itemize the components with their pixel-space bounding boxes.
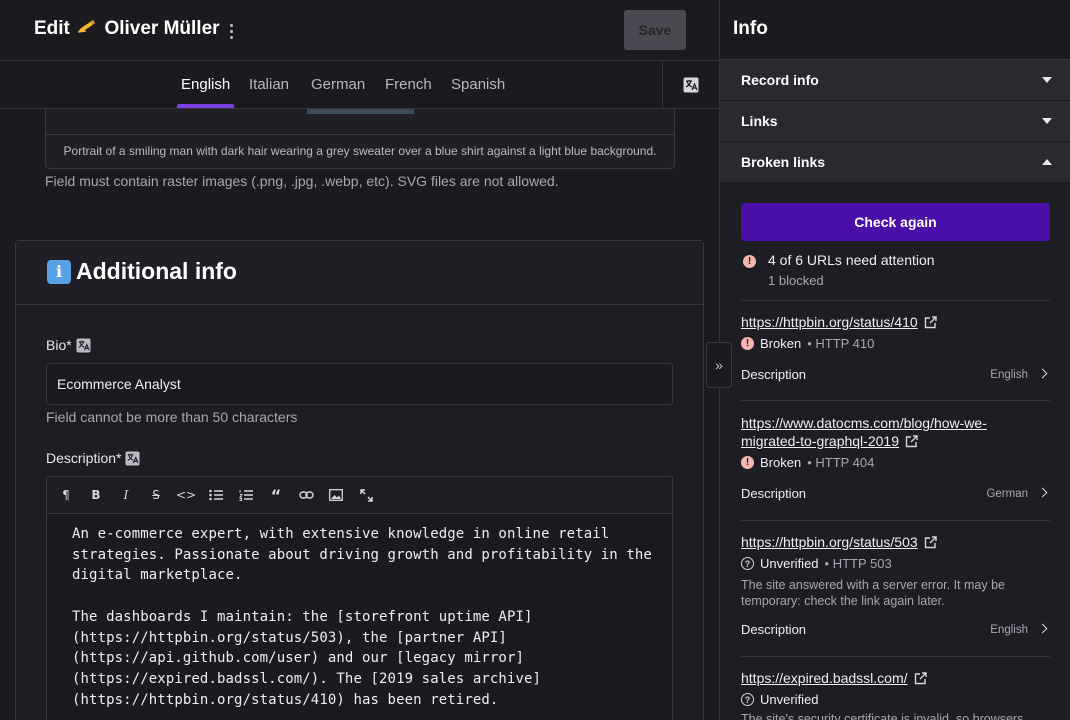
broken-link-url[interactable]: https://httpbin.org/status/503 (741, 533, 1031, 551)
link-icon[interactable] (297, 486, 315, 504)
accordion-broken-links[interactable]: Broken links (720, 142, 1070, 183)
more-options-icon[interactable] (222, 22, 240, 40)
chevron-right-icon (1037, 623, 1048, 634)
bio-label: Bio* (46, 337, 91, 353)
tab-french[interactable]: French (385, 61, 432, 108)
info-sidebar: Info Record info Links Broken links Chec… (719, 0, 1070, 720)
translate-icon (76, 337, 91, 353)
link-field-row[interactable]: Description English (741, 620, 1050, 640)
tab-italian[interactable]: Italian (249, 61, 289, 108)
accordion-links[interactable]: Links (720, 101, 1070, 142)
external-link-icon (924, 536, 937, 549)
additional-info-section: i Additional info Bio* Field cannot be m… (15, 240, 704, 720)
check-again-button[interactable]: Check again (741, 203, 1050, 241)
section-title: Additional info (76, 258, 237, 284)
link-note: The site's security certificate is inval… (741, 712, 1024, 720)
external-link-icon (905, 435, 918, 448)
accordion-record-info[interactable]: Record info (720, 60, 1070, 101)
translate-icon (125, 450, 141, 466)
broken-link-url[interactable]: https://expired.badssl.com/ (741, 669, 1031, 687)
code-icon[interactable]: <> (176, 486, 196, 504)
broken-link-url[interactable]: https://httpbin.org/status/410 (741, 313, 1031, 331)
broken-link-url[interactable]: https://www.datocms.com/blog/how-we-migr… (741, 414, 1031, 450)
broken-links-summary: 4 of 6 URLs need attention (768, 252, 935, 268)
chevron-right-icon (1037, 368, 1048, 379)
strikethrough-icon[interactable]: S (147, 486, 165, 504)
warning-icon: ! (743, 255, 756, 268)
save-button[interactable]: Save (624, 10, 686, 50)
image-alt-text: Portrait of a smiling man with dark hair… (63, 144, 657, 158)
numbered-list-icon[interactable] (237, 486, 255, 504)
caret-down-icon (1042, 118, 1052, 124)
editor-toolbar: ¶ B I S <> “ (47, 477, 672, 514)
image-icon[interactable] (327, 486, 345, 504)
bullet-list-icon[interactable] (207, 486, 225, 504)
description-textarea[interactable]: An e-commerce expert, with extensive kno… (72, 524, 662, 710)
section-header: i Additional info (16, 241, 703, 305)
main-editor-pane: Edit Oliver Müller Save English Italian … (0, 0, 719, 720)
markdown-editor: ¶ B I S <> “ An e-commerce expert, with … (46, 476, 673, 720)
tab-german[interactable]: German (311, 61, 365, 108)
image-field-card: Portrait of a smiling man with dark hair… (45, 109, 675, 169)
blocked-count: 1 blocked (768, 273, 824, 288)
writing-hand-icon (77, 18, 97, 40)
description-label: Description* (46, 450, 141, 466)
translate-icon[interactable] (662, 62, 719, 108)
warning-icon: ! (741, 337, 754, 350)
caret-up-icon (1042, 159, 1052, 165)
italic-icon[interactable]: I (117, 486, 135, 504)
edit-prefix: Edit (34, 18, 70, 39)
external-link-icon (924, 316, 937, 329)
bio-input[interactable] (46, 363, 673, 405)
link-status: ? Unverified (741, 692, 819, 707)
caret-down-icon (1042, 77, 1052, 83)
link-field-row[interactable]: Description German (741, 484, 1050, 504)
link-field-row[interactable]: Description English (741, 365, 1050, 385)
image-preview[interactable] (307, 109, 414, 114)
info-icon: i (47, 259, 71, 284)
link-note: The site answered with a server error. I… (741, 578, 1005, 608)
sidebar-title: Info (733, 18, 768, 39)
collapse-sidebar-icon[interactable]: » (706, 342, 732, 388)
bio-hint: Field cannot be more than 50 characters (46, 409, 298, 425)
record-name: Oliver Müller (104, 18, 220, 39)
chevron-right-icon (1037, 487, 1048, 498)
quote-icon[interactable]: “ (267, 486, 285, 505)
fullscreen-icon[interactable] (357, 486, 375, 504)
tab-english[interactable]: English (176, 61, 235, 108)
warning-icon: ! (741, 456, 754, 469)
tab-spanish[interactable]: Spanish (451, 61, 505, 108)
paragraph-icon[interactable]: ¶ (57, 486, 75, 504)
link-status: ? Unverified • HTTP 503 (741, 556, 892, 571)
question-icon: ? (741, 557, 754, 570)
question-icon: ? (741, 693, 754, 706)
top-bar: Edit Oliver Müller Save (0, 0, 719, 61)
page-title: Edit Oliver Müller (34, 18, 220, 40)
link-status: ! Broken • HTTP 410 (741, 336, 874, 351)
bold-icon[interactable]: B (87, 486, 105, 504)
sidebar-header: Info (720, 0, 1070, 60)
external-link-icon (914, 672, 927, 685)
locale-tabs: English Italian German French Spanish (0, 61, 719, 109)
image-field-hint: Field must contain raster images (.png, … (45, 173, 559, 189)
link-status: ! Broken • HTTP 404 (741, 455, 874, 470)
